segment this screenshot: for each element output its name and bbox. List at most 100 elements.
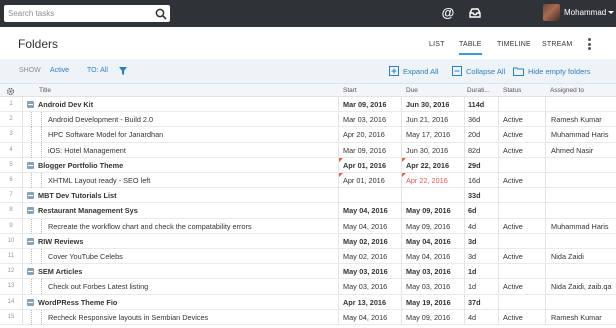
due-date[interactable]: May 03, 2016	[406, 267, 451, 276]
collapse-folder-icon[interactable]	[27, 101, 34, 108]
due-date[interactable]: May 19, 2016	[406, 298, 451, 307]
folder-title[interactable]: Android Dev Kit	[38, 100, 334, 109]
task-title[interactable]: Cover YouTube Celebs	[48, 252, 334, 261]
start-date[interactable]: Apr 01, 2016	[343, 161, 386, 170]
duration[interactable]: 114d	[468, 100, 484, 109]
duration[interactable]: 20d	[468, 130, 480, 139]
task-title[interactable]: Android Development - Build 2.0	[48, 115, 334, 124]
table-row[interactable]: 4 iOS: Hotel Management Mar 09, 2016 Jun 30…	[0, 142, 616, 158]
task-title[interactable]: iOS: Hotel Management	[48, 146, 334, 155]
start-date[interactable]: Mar 09, 2016	[343, 146, 386, 155]
tab-stream[interactable]: STREAM	[542, 41, 572, 48]
duration[interactable]: 29d	[468, 161, 481, 170]
collapse-all-button[interactable]: Collapse All	[452, 65, 505, 77]
status[interactable]: Active	[503, 115, 523, 124]
assignee[interactable]: Muhammad Haris	[551, 130, 615, 139]
assignee-filter[interactable]: TO: All	[87, 67, 108, 74]
more-options-icon[interactable]	[588, 38, 592, 52]
column-header-due[interactable]: Due	[406, 87, 418, 94]
status[interactable]: Active	[503, 222, 523, 231]
duration[interactable]: 4d	[468, 222, 476, 231]
duration[interactable]: 6d	[468, 206, 477, 215]
column-header-title[interactable]: Title	[39, 87, 51, 94]
task-title[interactable]: Recreate the workflow chart and check th…	[48, 222, 334, 231]
duration[interactable]: 3d	[468, 252, 476, 261]
table-row[interactable]: 13 Check out Forbes Latest listing May 03,…	[0, 279, 616, 295]
column-header-start[interactable]: Start	[343, 87, 357, 94]
hide-empty-folders-button[interactable]: Hide empty folders	[513, 65, 591, 77]
status[interactable]: Active	[503, 130, 523, 139]
duration[interactable]: 1d	[468, 267, 477, 276]
collapse-folder-icon[interactable]	[27, 192, 34, 200]
folder-title[interactable]: SEM Articles	[38, 267, 334, 276]
task-title[interactable]: HPC Software Model for Janardhan	[48, 130, 334, 139]
tab-table[interactable]: TABLE	[459, 41, 482, 55]
due-date[interactable]: Jun 30, 2016	[406, 100, 449, 109]
collapse-folder-icon[interactable]	[27, 268, 34, 276]
table-row[interactable]: 7 MBT Dev Tutorials List 33d	[0, 188, 616, 204]
column-header-duration[interactable]: Durati...	[467, 87, 490, 94]
due-date[interactable]: Apr 22, 2016	[406, 176, 448, 185]
table-row[interactable]: 8 Restaurant Management Sys May 04, 2016 Ma…	[0, 203, 616, 219]
due-date[interactable]: Jun 21, 2016	[406, 115, 448, 124]
tab-timeline[interactable]: TIMELINE	[497, 41, 531, 48]
at-icon[interactable]: @	[441, 6, 455, 20]
folder-title[interactable]: MBT Dev Tutorials List	[38, 191, 334, 200]
duration[interactable]: 36d	[468, 115, 480, 124]
folder-title[interactable]: Restaurant Management Sys	[38, 206, 334, 215]
duration[interactable]: 1d	[468, 282, 476, 291]
due-date[interactable]: May 17, 2016	[406, 130, 450, 139]
start-date[interactable]: Apr 13, 2016	[343, 298, 386, 307]
inbox-icon[interactable]	[468, 6, 482, 20]
start-date[interactable]: May 04, 2016	[343, 222, 387, 231]
folder-title[interactable]: WordPRess Theme Fio	[38, 298, 334, 307]
folder-title[interactable]: Blogger Portfolio Theme	[38, 161, 334, 170]
start-date[interactable]: Apr 20, 2016	[343, 130, 385, 139]
due-date[interactable]: May 04, 2016	[406, 252, 450, 261]
assignee[interactable]: Ramesh Kumar	[551, 115, 615, 124]
filter-icon[interactable]	[119, 67, 127, 75]
show-filter[interactable]: Active	[50, 67, 69, 74]
due-date[interactable]: Jun 30, 2016	[406, 146, 448, 155]
table-row[interactable]: 12 SEM Articles May 03, 2016 May 03, 2016 1d	[0, 264, 616, 280]
due-date[interactable]: May 04, 2016	[406, 237, 451, 246]
collapse-folder-icon[interactable]	[27, 207, 34, 215]
table-row[interactable]: 5 Blogger Portfolio Theme Apr 01, 2016 Apr …	[0, 157, 616, 173]
table-row[interactable]: 10 RIW Reviews May 02, 2016 May 04, 2016 3d	[0, 233, 616, 249]
task-title[interactable]: Check out Forbes Latest listing	[48, 282, 334, 291]
column-header-assigned[interactable]: Assigned to	[550, 87, 584, 94]
due-date[interactable]: May 09, 2016	[406, 206, 451, 215]
table-row[interactable]: 9 Recreate the workflow chart and check t…	[0, 218, 616, 234]
status[interactable]: Active	[503, 282, 523, 291]
start-date[interactable]: Mar 03, 2016	[343, 115, 386, 124]
start-date[interactable]: May 02, 2016	[343, 252, 387, 261]
status[interactable]: Active	[503, 176, 523, 185]
assignee[interactable]: Ramesh Kumar	[551, 313, 615, 322]
duration[interactable]: 37d	[468, 298, 481, 307]
chevron-down-icon[interactable]	[608, 11, 614, 14]
collapse-folder-icon[interactable]	[27, 298, 34, 306]
table-row[interactable]: 11 Cover YouTube Celebs May 02, 2016 May 04…	[0, 249, 616, 265]
start-date[interactable]: May 02, 2016	[343, 237, 388, 246]
duration[interactable]: 82d	[468, 146, 480, 155]
search-box[interactable]	[4, 5, 170, 22]
table-row[interactable]: 15 Recheck Responsive layouts in Sembian …	[0, 309, 616, 325]
column-header-status[interactable]: Status	[503, 87, 521, 94]
collapse-folder-icon[interactable]	[27, 161, 34, 169]
due-date[interactable]: Apr 22, 2016	[406, 161, 449, 170]
start-date[interactable]: Mar 09, 2016	[343, 100, 386, 109]
due-date[interactable]: May 03, 2016	[406, 282, 450, 291]
start-date[interactable]: May 03, 2016	[343, 282, 387, 291]
start-date[interactable]: May 04, 2016	[343, 206, 388, 215]
assignee[interactable]: Nida Zaidi	[551, 252, 615, 261]
start-date[interactable]: Apr 01, 2016	[343, 176, 385, 185]
search-icon[interactable]	[155, 8, 167, 20]
assignee[interactable]: Muhammad Haris	[551, 222, 615, 231]
assignee[interactable]: Nida Zaidi, zaib.qa	[551, 282, 615, 291]
status[interactable]: Active	[503, 252, 523, 261]
due-date[interactable]: May 09, 2016	[406, 313, 450, 322]
due-date[interactable]: May 09, 2016	[406, 222, 450, 231]
status[interactable]: Active	[503, 146, 523, 155]
status[interactable]: Active	[503, 313, 523, 322]
start-date[interactable]: May 03, 2016	[343, 267, 388, 276]
